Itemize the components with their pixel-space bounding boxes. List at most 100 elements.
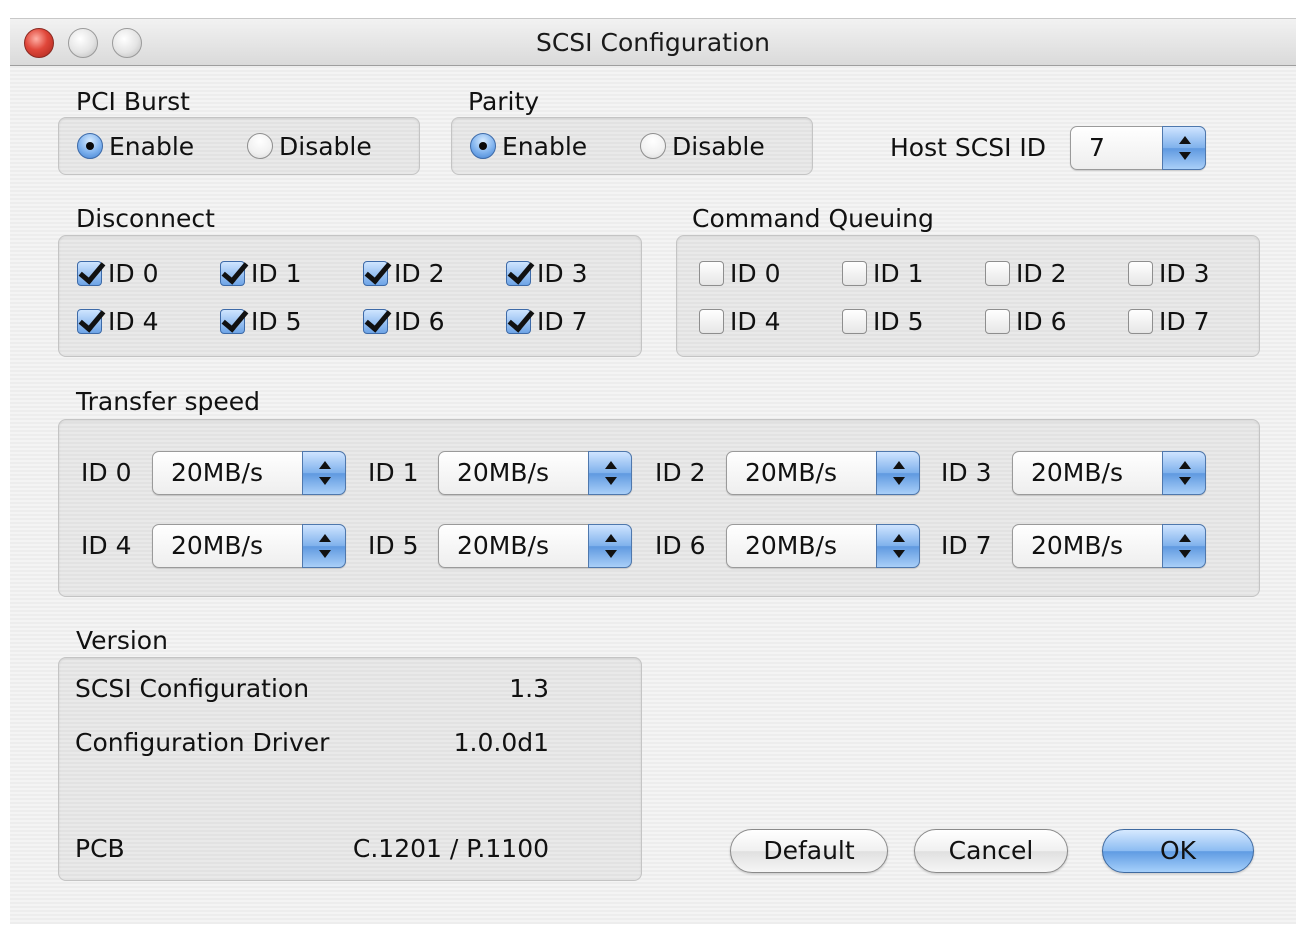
checkbox-checked-icon (77, 308, 102, 334)
transfer-speed-id-5-popup[interactable]: 20MB/s (438, 524, 632, 568)
popup-arrows-icon (1162, 451, 1206, 495)
popup-arrows-icon (302, 451, 346, 495)
popup-arrows-icon (1162, 126, 1206, 170)
transfer-speed-id-6-popup[interactable]: 20MB/s (726, 524, 920, 568)
checkbox-unchecked-icon (699, 308, 724, 334)
transfer-id-label: ID 1 (368, 458, 419, 487)
default-button[interactable]: Default (730, 829, 888, 873)
checkbox-label: ID 0 (108, 258, 159, 288)
transfer-speed-id-3-popup[interactable]: 20MB/s (1012, 451, 1206, 495)
pci-burst-enable-label: Enable (109, 131, 195, 161)
ok-button[interactable]: OK (1102, 829, 1254, 873)
pci-burst-group: Enable Disable (58, 117, 420, 175)
transfer-speed-id-0-popup[interactable]: 20MB/s (152, 451, 346, 495)
checkbox-unchecked-icon (1128, 260, 1153, 286)
queuing-id-4-checkbox[interactable]: ID 4 (699, 305, 780, 337)
checkbox-checked-icon (220, 260, 245, 286)
popup-value: 20MB/s (171, 531, 263, 560)
disconnect-label: Disconnect (76, 204, 215, 233)
checkbox-checked-icon (363, 308, 388, 334)
version-row-name: PCB (75, 834, 125, 863)
popup-arrows-icon (588, 524, 632, 568)
transfer-id-label: ID 5 (368, 531, 419, 560)
disconnect-id-3-checkbox[interactable]: ID 3 (506, 257, 587, 289)
checkbox-label: ID 1 (251, 258, 302, 288)
parity-label: Parity (468, 87, 540, 116)
queuing-id-7-checkbox[interactable]: ID 7 (1128, 305, 1209, 337)
transfer-speed-id-2-popup[interactable]: 20MB/s (726, 451, 920, 495)
disconnect-id-2-checkbox[interactable]: ID 2 (363, 257, 444, 289)
disconnect-group: ID 0 ID 1 ID 2 ID 3 ID 4 ID 5 ID 6 ID 7 (58, 235, 642, 357)
disconnect-id-4-checkbox[interactable]: ID 4 (77, 305, 158, 337)
scsi-configuration-window: SCSI Configuration PCI Burst Enable Disa… (10, 18, 1296, 924)
transfer-speed-id-1-popup[interactable]: 20MB/s (438, 451, 632, 495)
transfer-id-label: ID 7 (941, 531, 992, 560)
command-queuing-group: ID 0 ID 1 ID 2 ID 3 ID 4 ID 5 ID 6 ID 7 (676, 235, 1260, 357)
pci-burst-disable-label: Disable (279, 131, 372, 161)
radio-unselected-icon (247, 133, 273, 159)
popup-arrows-icon (1162, 524, 1206, 568)
checkbox-label: ID 5 (251, 306, 302, 336)
transfer-id-label: ID 2 (655, 458, 706, 487)
radio-selected-icon (470, 133, 496, 159)
pci-burst-label: PCI Burst (76, 87, 190, 116)
parity-group: Enable Disable (451, 117, 813, 175)
checkbox-label: ID 2 (394, 258, 445, 288)
popup-arrows-icon (876, 524, 920, 568)
transfer-id-label: ID 3 (941, 458, 992, 487)
checkbox-label: ID 7 (1159, 306, 1210, 336)
queuing-id-0-checkbox[interactable]: ID 0 (699, 257, 780, 289)
disconnect-id-1-checkbox[interactable]: ID 1 (220, 257, 301, 289)
version-row-value: 1.0.0d1 (453, 728, 549, 757)
checkbox-checked-icon (363, 260, 388, 286)
cancel-button[interactable]: Cancel (914, 829, 1068, 873)
transfer-id-label: ID 4 (81, 531, 132, 560)
queuing-id-6-checkbox[interactable]: ID 6 (985, 305, 1066, 337)
checkbox-label: ID 2 (1016, 258, 1067, 288)
popup-value: 20MB/s (745, 531, 837, 560)
transfer-speed-id-7-popup[interactable]: 20MB/s (1012, 524, 1206, 568)
pci-burst-enable-radio[interactable]: Enable (77, 130, 194, 162)
version-row-value: 1.3 (509, 674, 549, 703)
queuing-id-3-checkbox[interactable]: ID 3 (1128, 257, 1209, 289)
transfer-speed-label: Transfer speed (76, 387, 260, 416)
checkbox-label: ID 3 (537, 258, 588, 288)
popup-value: 20MB/s (457, 531, 549, 560)
queuing-id-2-checkbox[interactable]: ID 2 (985, 257, 1066, 289)
checkbox-label: ID 6 (394, 306, 445, 336)
version-row-name: SCSI Configuration (75, 674, 310, 703)
command-queuing-label: Command Queuing (692, 204, 934, 233)
popup-arrows-icon (876, 451, 920, 495)
checkbox-checked-icon (77, 260, 102, 286)
parity-enable-label: Enable (502, 131, 588, 161)
title-bar: SCSI Configuration (10, 19, 1296, 66)
pci-burst-disable-radio[interactable]: Disable (247, 130, 372, 162)
checkbox-label: ID 4 (730, 306, 781, 336)
parity-disable-radio[interactable]: Disable (640, 130, 765, 162)
checkbox-checked-icon (506, 260, 531, 286)
disconnect-id-5-checkbox[interactable]: ID 5 (220, 305, 301, 337)
checkbox-label: ID 3 (1159, 258, 1210, 288)
host-scsi-id-value: 7 (1089, 133, 1105, 162)
parity-enable-radio[interactable]: Enable (470, 130, 587, 162)
checkbox-unchecked-icon (842, 308, 867, 334)
disconnect-id-0-checkbox[interactable]: ID 0 (77, 257, 158, 289)
queuing-id-1-checkbox[interactable]: ID 1 (842, 257, 923, 289)
checkbox-unchecked-icon (842, 260, 867, 286)
version-group: SCSI Configuration 1.3 Configuration Dri… (58, 657, 642, 881)
queuing-id-5-checkbox[interactable]: ID 5 (842, 305, 923, 337)
transfer-speed-group: ID 0 20MB/s ID 1 20MB/s ID 2 20MB/s ID 3… (58, 419, 1260, 597)
disconnect-id-6-checkbox[interactable]: ID 6 (363, 305, 444, 337)
popup-value: 20MB/s (457, 458, 549, 487)
transfer-id-label: ID 6 (655, 531, 706, 560)
checkbox-label: ID 6 (1016, 306, 1067, 336)
checkbox-unchecked-icon (699, 260, 724, 286)
host-scsi-id-popup[interactable]: 7 (1070, 126, 1206, 170)
disconnect-id-7-checkbox[interactable]: ID 7 (506, 305, 587, 337)
version-row-value: C.1201 / P.1100 (352, 834, 549, 863)
checkbox-unchecked-icon (985, 308, 1010, 334)
checkbox-label: ID 7 (537, 306, 588, 336)
checkbox-label: ID 4 (108, 306, 159, 336)
transfer-speed-id-4-popup[interactable]: 20MB/s (152, 524, 346, 568)
radio-selected-icon (77, 133, 103, 159)
